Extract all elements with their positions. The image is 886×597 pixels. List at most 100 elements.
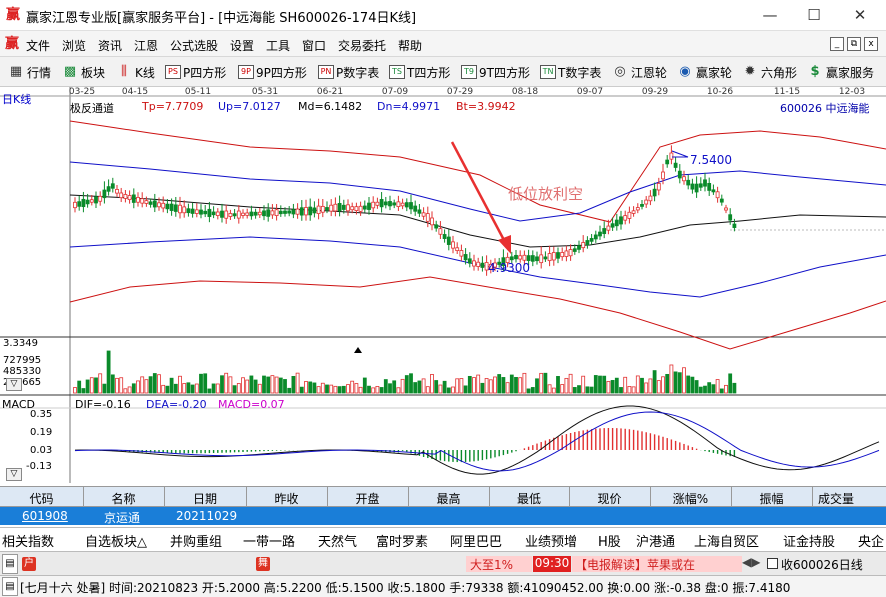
candle-body bbox=[94, 196, 98, 204]
chart-area[interactable]: 03-25 04-15 05-11 05-31 06-21 07-09 07-29 08-18… bbox=[0, 87, 886, 483]
menu-help[interactable]: 帮助 bbox=[398, 37, 422, 54]
col-change-pct[interactable]: 涨幅% bbox=[650, 490, 731, 507]
volume-bar bbox=[241, 377, 245, 394]
candle-body bbox=[719, 198, 724, 203]
menu-window[interactable]: 窗口 bbox=[302, 37, 326, 54]
col-low[interactable]: 最低 bbox=[489, 490, 569, 507]
toolbar-quotes-button[interactable]: ▦ 行情 bbox=[8, 61, 51, 83]
col-code[interactable]: 代码 bbox=[0, 490, 83, 507]
col-prev-close[interactable]: 昨收 bbox=[246, 490, 327, 507]
volume-bar bbox=[585, 386, 590, 394]
toolbar-label: K线 bbox=[135, 65, 155, 80]
close-button[interactable]: ✕ bbox=[845, 4, 875, 26]
volume-bar bbox=[392, 380, 397, 394]
col-name[interactable]: 名称 bbox=[83, 490, 164, 507]
ticker-news[interactable]: 【电报解读】苹果或在 bbox=[572, 556, 742, 572]
col-date[interactable]: 日期 bbox=[164, 490, 246, 507]
volume-bar bbox=[228, 376, 233, 394]
volume-bar bbox=[719, 388, 724, 394]
volume-bar bbox=[207, 388, 212, 394]
row-code[interactable]: 601908 bbox=[22, 509, 68, 523]
toolbar-9p-square-button[interactable]: 9P 9P四方形 bbox=[238, 61, 307, 83]
alert-icon[interactable]: 舞 bbox=[256, 557, 270, 571]
candle-body bbox=[337, 203, 342, 212]
candle-body bbox=[459, 250, 464, 257]
toolbar-label: 赢家服务 bbox=[826, 65, 875, 80]
candle-body bbox=[556, 252, 560, 259]
account-icon[interactable]: 户 bbox=[22, 557, 36, 571]
col-open[interactable]: 开盘 bbox=[327, 490, 408, 507]
volume-bar bbox=[644, 382, 649, 394]
tag-ftse-russell[interactable]: 富时罗素 bbox=[376, 531, 428, 550]
menu-tools[interactable]: 工具 bbox=[266, 37, 290, 54]
macd-collapse-button[interactable]: ▽ bbox=[6, 468, 22, 481]
table-row[interactable]: 601908 京运通 20211029 bbox=[0, 507, 886, 525]
tag-h-share[interactable]: H股 bbox=[598, 531, 621, 550]
toolbar-label: 江恩轮 bbox=[631, 65, 668, 80]
mdi-minimize-button[interactable]: _ bbox=[830, 37, 844, 51]
menu-news[interactable]: 资讯 bbox=[98, 37, 122, 54]
tag-alibaba[interactable]: 阿里巴巴 bbox=[450, 531, 502, 550]
hexagon-icon: ✹ bbox=[744, 64, 756, 79]
tag-shanghai-ftz[interactable]: 上海自贸区 bbox=[694, 531, 759, 550]
col-high[interactable]: 最高 bbox=[408, 490, 489, 507]
menu-gann[interactable]: 江恩 bbox=[134, 37, 158, 54]
tag-mna[interactable]: 并购重组 bbox=[170, 531, 222, 550]
volume-bar bbox=[619, 387, 623, 394]
toolbar-kline-button[interactable]: ⫼ K线 bbox=[116, 61, 155, 83]
toolbar-winner-wheel-button[interactable]: ◉ 赢家轮 bbox=[677, 61, 732, 83]
collect-checkbox[interactable] bbox=[767, 558, 778, 569]
up-value: Up=7.0127 bbox=[218, 100, 281, 113]
volume-bar bbox=[551, 387, 556, 394]
menu-trade[interactable]: 交易委托 bbox=[338, 37, 386, 54]
minimize-button[interactable]: — bbox=[755, 4, 785, 26]
col-price[interactable]: 现价 bbox=[569, 490, 650, 507]
volume-bar bbox=[564, 377, 569, 394]
volume-bar bbox=[610, 380, 615, 394]
panel-toggle-button[interactable]: ▤ bbox=[2, 554, 18, 574]
candle-body bbox=[522, 254, 527, 261]
status-toggle-button[interactable]: ▤ bbox=[2, 577, 18, 596]
toolbar-t-square-button[interactable]: TS T四方形 bbox=[389, 61, 450, 83]
menu-browse[interactable]: 浏览 bbox=[62, 37, 86, 54]
toolbar-p-square-button[interactable]: PS P四方形 bbox=[165, 61, 226, 83]
toolbar-p-number-button[interactable]: PN P数字表 bbox=[318, 61, 379, 83]
volume-bar bbox=[102, 383, 107, 394]
volume-bar bbox=[493, 376, 497, 394]
scroll-arrows-icon[interactable]: ◀▶ bbox=[742, 555, 760, 569]
menu-file[interactable]: 文件 bbox=[26, 37, 50, 54]
volume-bar bbox=[677, 372, 682, 394]
volume-bar bbox=[215, 383, 220, 394]
menu-app-icon[interactable]: 赢 bbox=[4, 36, 20, 52]
candle-body bbox=[392, 202, 397, 206]
col-volume[interactable]: 成交量 bbox=[812, 490, 886, 507]
tag-watchlist[interactable]: 自选板块△ bbox=[85, 531, 147, 550]
toolbar-gann-wheel-button[interactable]: ◎ 江恩轮 bbox=[612, 61, 667, 83]
maximize-button[interactable]: ☐ bbox=[799, 4, 829, 26]
toolbar-t-number-button[interactable]: TN T数字表 bbox=[540, 61, 601, 83]
volume-bar bbox=[438, 384, 443, 394]
volume-collapse-button[interactable]: ▽ bbox=[6, 378, 22, 391]
toolbar-winner-service-button[interactable]: $ 赢家服务 bbox=[807, 61, 874, 83]
tag-soe[interactable]: 央企 bbox=[858, 531, 884, 550]
tag-belt-road[interactable]: 一带一路 bbox=[243, 531, 295, 550]
toolbar-hexagon-button[interactable]: ✹ 六角形 bbox=[742, 61, 797, 83]
candle-body bbox=[308, 206, 313, 216]
tag-hk-connect[interactable]: 沪港通 bbox=[636, 531, 675, 550]
volume-bar bbox=[346, 384, 350, 394]
mdi-restore-button[interactable]: ⧉ bbox=[847, 37, 861, 51]
tag-csf-holding[interactable]: 证金持股 bbox=[783, 531, 835, 550]
candle-body bbox=[623, 215, 628, 221]
volume-bar bbox=[157, 374, 161, 394]
tag-earnings-up[interactable]: 业绩预增 bbox=[525, 531, 577, 550]
chart-canvas[interactable]: 03-25 04-15 05-11 05-31 06-21 07-09 07-29 08-18… bbox=[0, 87, 886, 483]
toolbar-sectors-button[interactable]: ▩ 板块 bbox=[62, 61, 105, 83]
menu-formula-select[interactable]: 公式选股 bbox=[170, 37, 218, 54]
tag-related-index[interactable]: 相关指数 bbox=[2, 531, 54, 550]
menu-settings[interactable]: 设置 bbox=[230, 37, 254, 54]
mdi-close-button[interactable]: x bbox=[864, 37, 878, 51]
tag-natural-gas[interactable]: 天然气 bbox=[318, 531, 357, 550]
toolbar-9t-square-button[interactable]: T9 9T四方形 bbox=[461, 61, 530, 83]
col-amplitude[interactable]: 振幅 bbox=[731, 490, 812, 507]
row-date: 20211029 bbox=[176, 509, 238, 523]
